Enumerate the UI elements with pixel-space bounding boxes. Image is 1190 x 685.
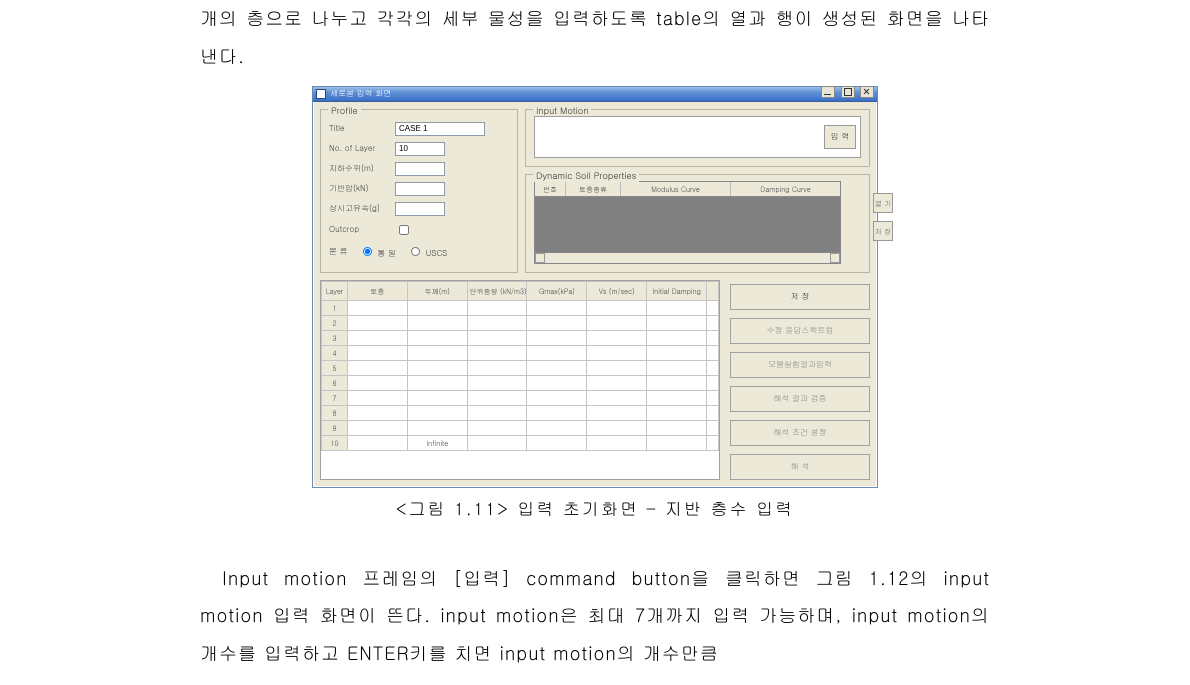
paragraph-bottom: Input motion 프레임의 [입력] command button을 클…	[200, 560, 990, 673]
dsp-legend: Dynamic Soil Properties	[533, 169, 639, 182]
action-button-3[interactable]: 모델실험결과입력	[730, 352, 870, 378]
nlayer-input[interactable]	[395, 142, 445, 156]
table-row[interactable]: 5	[322, 360, 719, 375]
input-motion-button[interactable]: 입 력	[824, 125, 856, 149]
input-motion-group: Input Motion 입 력	[525, 109, 870, 167]
dsp-header-3: Damping Curve	[731, 182, 840, 196]
nlayer-label: No. of Layer	[329, 143, 389, 154]
save-button[interactable]: 저 장	[730, 284, 870, 310]
action-button-5[interactable]: 해석 조건 설정	[730, 420, 870, 446]
window-title: 세로설 입력 화면	[330, 88, 391, 99]
maximize-button[interactable]	[841, 86, 855, 98]
input-motion-list: 입 력	[534, 116, 861, 158]
table-row[interactable]: 6	[322, 375, 719, 390]
outcrop-checkbox[interactable]	[399, 225, 409, 235]
title-label: Title	[329, 123, 389, 134]
close-button[interactable]	[860, 86, 874, 98]
app-icon	[316, 89, 326, 99]
dsp-save-button[interactable]: 저 장	[873, 221, 893, 241]
action-button-4[interactable]: 해석 결과 검증	[730, 386, 870, 412]
figure-caption: <그림 1.11> 입력 초기화면 – 지반 층수 입력	[0, 496, 1190, 520]
dsp-header-1: 토층종류	[566, 182, 621, 196]
bedrock-input[interactable]	[395, 182, 445, 196]
dsp-header-0: 번호	[535, 182, 566, 196]
table-row[interactable]: 1	[322, 300, 719, 315]
dsp-header-2: Modulus Curve	[621, 182, 731, 196]
outcrop-label: Outcrop	[329, 224, 389, 235]
accel-label: 상시고유속(g)	[329, 203, 389, 214]
gw-label: 지하수위(m)	[329, 163, 389, 174]
dsp-header-row: 번호 토층종류 Modulus Curve Damping Curve	[534, 181, 841, 197]
table-row[interactable]: 8	[322, 405, 719, 420]
dialog-window: 세로설 입력 화면 Profile Title No.	[312, 86, 878, 488]
class-opt1[interactable]: 통 일	[358, 244, 396, 259]
profile-group: Profile Title No. of Layer 지하수위(m)	[320, 109, 518, 273]
dynamic-soil-group: Dynamic Soil Properties 번호 토층종류 Modulus …	[525, 174, 870, 273]
class-opt2[interactable]: USCS	[406, 244, 447, 259]
dsp-grid[interactable]	[534, 197, 841, 253]
dsp-open-button[interactable]: 열 기	[873, 193, 893, 213]
bedrock-label: 기반암(kN)	[329, 183, 389, 194]
table-row[interactable]: 10Infinite	[322, 435, 719, 450]
minimize-button[interactable]	[821, 86, 835, 98]
action-button-6[interactable]: 해 석	[730, 454, 870, 480]
table-row[interactable]: 2	[322, 315, 719, 330]
table-row[interactable]: 3	[322, 330, 719, 345]
titlebar: 세로설 입력 화면	[313, 87, 877, 102]
action-panel: 저 장 수정 응답스펙트럼 모델실험결과입력 해석 결과 검증 해석 조건 설정…	[730, 280, 870, 480]
action-button-2[interactable]: 수정 응답스펙트럼	[730, 318, 870, 344]
title-input[interactable]	[395, 122, 485, 136]
class-label: 분 류	[329, 246, 348, 257]
layer-table-header: Layer 토층 두께(m) 단위중량 (kN/m3) Gmax(kPa) Vs…	[322, 281, 719, 300]
table-row[interactable]: 7	[322, 390, 719, 405]
profile-legend: Profile	[328, 104, 361, 117]
table-row[interactable]: 4	[322, 345, 719, 360]
layer-table[interactable]: Layer 토층 두께(m) 단위중량 (kN/m3) Gmax(kPa) Vs…	[320, 280, 720, 480]
dsp-scrollbar[interactable]	[534, 253, 841, 264]
gw-input[interactable]	[395, 162, 445, 176]
accel-input[interactable]	[395, 202, 445, 216]
paragraph-top: 개의 층으로 나누고 각각의 세부 물성을 입력하도록 table의 열과 행이…	[200, 0, 990, 76]
table-row[interactable]: 9	[322, 420, 719, 435]
